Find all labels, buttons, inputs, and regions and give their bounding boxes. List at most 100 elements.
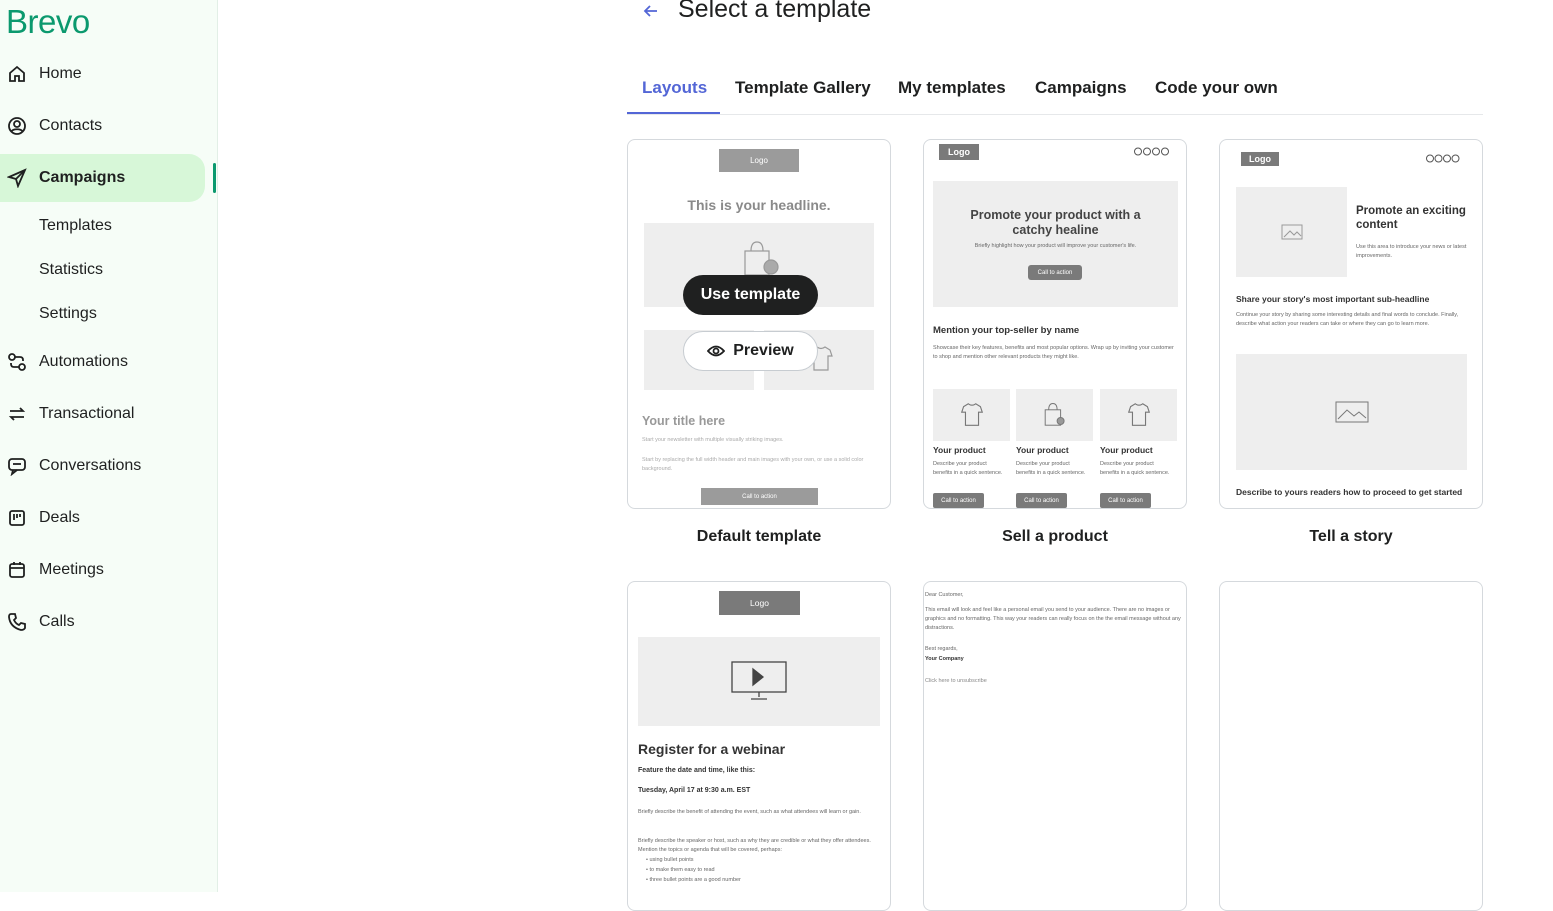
template-headline: This is your headline. bbox=[687, 197, 831, 213]
logo-placeholder: Logo bbox=[719, 591, 800, 615]
bullet-text: using bullet points bbox=[649, 857, 694, 863]
sidebar-item-calls[interactable]: Calls bbox=[0, 598, 205, 646]
product-name: Your product bbox=[1100, 445, 1153, 455]
product-image bbox=[933, 389, 1010, 441]
template-name: Sell a product bbox=[1002, 528, 1108, 545]
sidebar-item-label: Contacts bbox=[39, 117, 103, 134]
template-card-default[interactable]: Logo This is your headline. Your title h… bbox=[627, 139, 891, 509]
automations-icon bbox=[6, 351, 28, 373]
product-name: Your product bbox=[933, 445, 986, 455]
cta-placeholder: Call to action bbox=[1028, 265, 1082, 280]
template-card-tell-story[interactable]: Logo Promote an exciting content Use thi… bbox=[1219, 139, 1483, 509]
product-desc: Describe your product benefits in a quic… bbox=[1100, 461, 1170, 476]
plain-company: Your Company bbox=[925, 656, 964, 662]
product-desc: Describe your product benefits in a quic… bbox=[1016, 461, 1086, 476]
home-icon bbox=[6, 63, 28, 85]
section-title: Mention your top-seller by name bbox=[933, 325, 1080, 336]
logo-placeholder: Logo bbox=[1241, 152, 1279, 166]
send-icon bbox=[6, 167, 28, 189]
template-card-sell-product[interactable]: Logo Promote your product with a catchy … bbox=[923, 139, 1187, 509]
social-icons bbox=[1426, 154, 1460, 163]
logo-placeholder: Logo bbox=[939, 144, 979, 160]
tshirt-icon bbox=[960, 403, 984, 426]
preview-button[interactable]: Preview bbox=[683, 331, 818, 371]
sidebar-item-meetings[interactable]: Meetings bbox=[0, 546, 205, 594]
webinar-title: Register for a webinar bbox=[638, 741, 786, 757]
sidebar-item-contacts[interactable]: Contacts bbox=[0, 102, 205, 150]
sub-headline: Share your story's most important sub-he… bbox=[1236, 294, 1430, 304]
template-title: Your title here bbox=[642, 414, 726, 428]
logo-placeholder: Logo bbox=[719, 149, 799, 172]
sidebar-item-label: Transactional bbox=[39, 405, 135, 422]
webinar-bullet: • to make them easy to read bbox=[646, 867, 715, 873]
tab-campaigns[interactable]: Campaigns bbox=[1035, 78, 1127, 98]
sidebar-item-label: Deals bbox=[39, 509, 80, 526]
shopping-bag-icon bbox=[1044, 403, 1065, 426]
plain-regards: Best regards, bbox=[925, 646, 958, 652]
sidebar-item-deals[interactable]: Deals bbox=[0, 494, 205, 542]
sidebar-subitem-templates[interactable]: Templates bbox=[39, 217, 112, 235]
phone-icon bbox=[6, 611, 28, 633]
image-placeholder bbox=[1236, 187, 1347, 277]
bullet-text: to make them easy to read bbox=[649, 867, 715, 873]
video-play-icon bbox=[731, 661, 787, 700]
brevo-logo[interactable]: Brevo bbox=[6, 3, 90, 41]
social-icons bbox=[1134, 147, 1169, 156]
template-text: Start by replacing the full width header… bbox=[642, 457, 864, 472]
cta-placeholder: Call to action bbox=[1016, 493, 1067, 508]
tab-template-gallery[interactable]: Template Gallery bbox=[735, 78, 871, 98]
sidebar-item-home[interactable]: Home bbox=[0, 50, 205, 98]
sub-text: Continue your story by sharing some inte… bbox=[1236, 312, 1459, 327]
cta-placeholder: Call to action bbox=[701, 488, 818, 505]
product-image bbox=[1100, 389, 1177, 441]
sidebar-item-label: Meetings bbox=[39, 561, 104, 578]
plain-body: This email will look and feel like a per… bbox=[925, 607, 1181, 631]
active-indicator bbox=[213, 163, 216, 193]
page-title: Select a template bbox=[678, 0, 872, 23]
eye-icon bbox=[707, 345, 726, 357]
bottom-text: Describe to yours readers how to proceed… bbox=[1236, 487, 1463, 497]
webinar-bullet: • using bullet points bbox=[646, 857, 694, 863]
template-card-blank[interactable] bbox=[1219, 581, 1483, 911]
tab-code-your-own[interactable]: Code your own bbox=[1155, 78, 1278, 98]
back-button[interactable] bbox=[641, 0, 661, 22]
tab-my-templates[interactable]: My templates bbox=[898, 78, 1006, 98]
template-name: Default template bbox=[696, 528, 822, 545]
product-image bbox=[1016, 389, 1093, 441]
template-card-webinar[interactable]: Logo Register for a webinar Feature the … bbox=[627, 581, 891, 911]
sidebar-subitem-statistics[interactable]: Statistics bbox=[39, 261, 103, 279]
sidebar-item-transactional[interactable]: Transactional bbox=[0, 390, 205, 438]
section-text: Showcase their key features, benefits an… bbox=[933, 345, 1174, 360]
active-tab-underline bbox=[627, 112, 720, 114]
image-placeholder bbox=[1236, 354, 1467, 470]
main-content: Select a template Layouts Template Galle… bbox=[219, 0, 1553, 911]
contacts-icon bbox=[6, 115, 28, 137]
cta-placeholder: Call to action bbox=[1100, 493, 1151, 508]
sidebar-item-campaigns[interactable]: Campaigns bbox=[0, 154, 205, 202]
preview-label: Preview bbox=[733, 342, 794, 359]
use-template-button[interactable]: Use template bbox=[683, 275, 818, 315]
product-desc: Describe your product benefits in a quic… bbox=[933, 461, 1003, 476]
sidebar-item-label: Automations bbox=[39, 353, 128, 370]
tab-layouts[interactable]: Layouts bbox=[642, 78, 707, 98]
webinar-text: Briefly describe the speaker or host, su… bbox=[638, 838, 871, 853]
template-name: Tell a story bbox=[1309, 528, 1393, 545]
product-name: Your product bbox=[1016, 445, 1069, 455]
webinar-feature: Feature the date and time, like this: bbox=[638, 767, 756, 774]
plain-greeting: Dear Customer, bbox=[925, 592, 964, 598]
template-card-plain-text[interactable]: Dear Customer, This email will look and … bbox=[923, 581, 1187, 911]
promo-text: Use this area to introduce your news or … bbox=[1356, 244, 1467, 259]
conversations-icon bbox=[6, 455, 28, 477]
sidebar-subitem-settings[interactable]: Settings bbox=[39, 305, 97, 323]
hero-title: Promote your product with a catchy heali… bbox=[970, 208, 1141, 237]
cta-placeholder: Call to action bbox=[933, 493, 984, 508]
sidebar-item-label: Conversations bbox=[39, 457, 142, 474]
sidebar-item-label: Calls bbox=[39, 613, 75, 630]
unsubscribe-link: Click here to unsubscribe bbox=[925, 678, 987, 684]
sidebar-item-automations[interactable]: Automations bbox=[0, 338, 205, 386]
sidebar-item-conversations[interactable]: Conversations bbox=[0, 442, 205, 490]
shopping-bag-icon bbox=[744, 241, 779, 276]
webinar-bullet: • three bullet points are a good number bbox=[646, 877, 741, 883]
webinar-text: Briefly describe the benefit of attendin… bbox=[638, 809, 861, 815]
calendar-icon bbox=[6, 559, 28, 581]
